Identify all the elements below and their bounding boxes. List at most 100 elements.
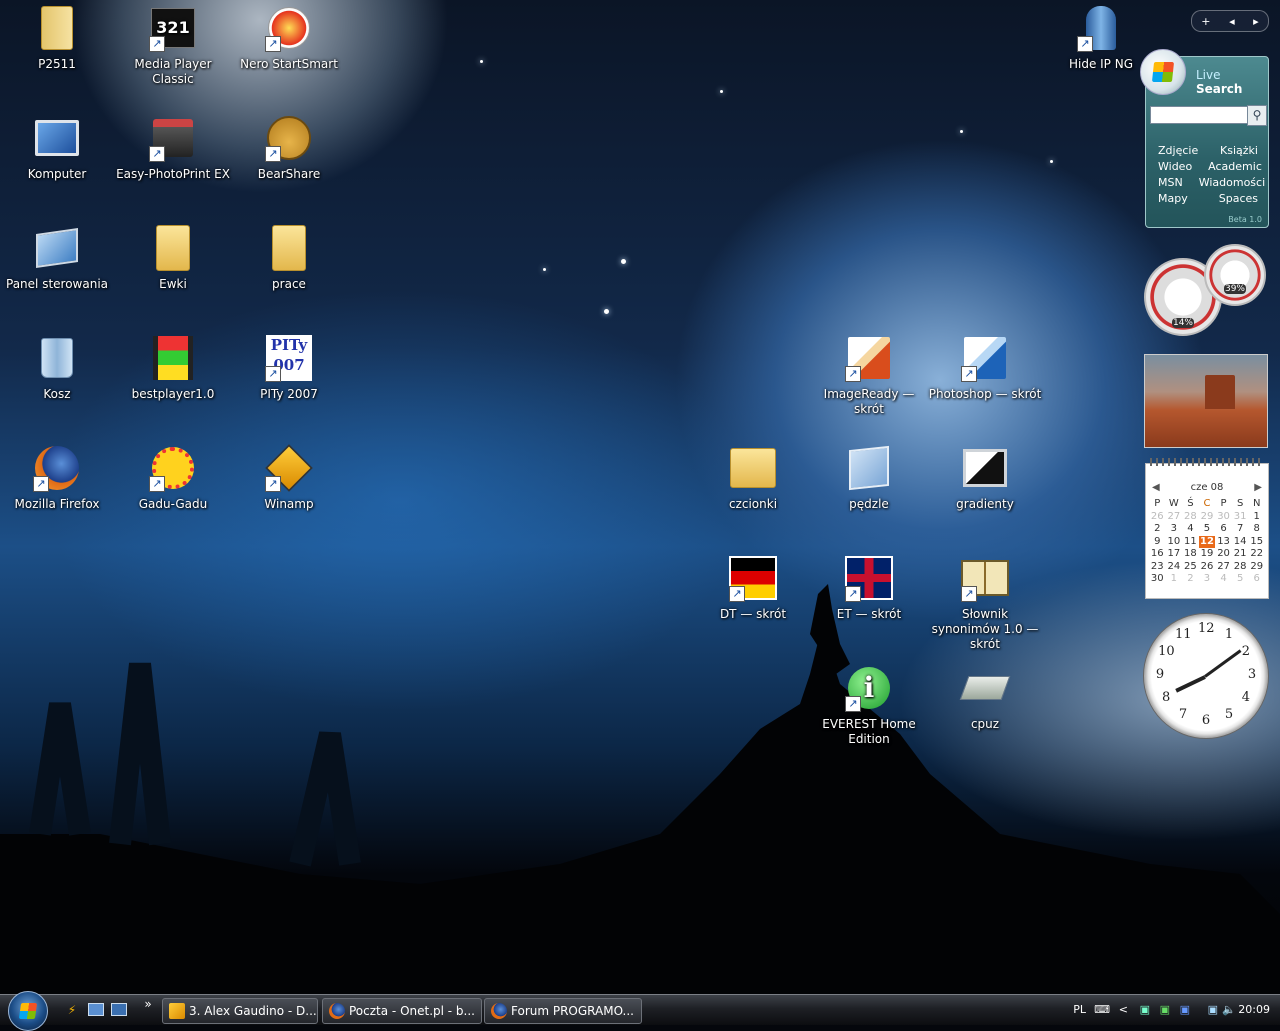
security-tray-icon[interactable]: ▣	[1160, 1003, 1170, 1016]
desktop-icon-bestplayer[interactable]: bestplayer1.0	[116, 332, 230, 402]
desktop-icon-pedzle[interactable]: pędzle	[812, 442, 926, 512]
calendar-day-other-month[interactable]: 26	[1149, 511, 1166, 524]
taskbar-button-winamp[interactable]: 3. Alex Gaudino - D...	[162, 998, 318, 1024]
bluetooth-tray-icon[interactable]: ▣	[1180, 1003, 1190, 1016]
desktop-icon-winamp[interactable]: ↗ Winamp	[232, 442, 346, 512]
calendar-day[interactable]: 7	[1232, 523, 1249, 536]
desktop-icon-everest[interactable]: i ↗ EVEREST Home Edition	[812, 662, 926, 747]
connection-tray-icon[interactable]: ▣	[1208, 1003, 1218, 1016]
calendar-day[interactable]: 8	[1248, 523, 1265, 536]
calendar-day[interactable]: 10	[1166, 536, 1183, 549]
quicklaunch-winamp-icon[interactable]: ⚡	[64, 1003, 80, 1017]
calendar-day-other-month[interactable]: 29	[1199, 511, 1216, 524]
calendar-day[interactable]: 19	[1199, 548, 1216, 561]
link-spaces[interactable]: Spaces	[1211, 191, 1266, 207]
calendar-day[interactable]: 23	[1149, 561, 1166, 574]
sidebar-prev-button[interactable]: ◂	[1229, 15, 1235, 28]
desktop-icon-ewki[interactable]: Ewki	[116, 222, 230, 292]
calendar-day-other-month[interactable]: 5	[1232, 573, 1249, 586]
desktop-icon-et[interactable]: ↗ ET — skrót	[812, 552, 926, 622]
quicklaunch-switch-windows-icon[interactable]	[111, 1003, 127, 1017]
calendar-day[interactable]: 5	[1199, 523, 1216, 536]
link-academic[interactable]: Academic	[1200, 159, 1270, 175]
live-search-input[interactable]	[1150, 106, 1248, 124]
desktop-icon-gadu-gadu[interactable]: ↗ Gadu-Gadu	[116, 442, 230, 512]
calendar-day[interactable]: 29	[1248, 561, 1265, 574]
keyboard-icon[interactable]: ⌨	[1094, 1003, 1110, 1016]
network-tray-icon[interactable]: ▣	[1140, 1003, 1150, 1016]
link-wiadomosci[interactable]: Wiadomości	[1191, 175, 1273, 191]
calendar-day[interactable]: 26	[1199, 561, 1216, 574]
calendar-day-other-month[interactable]: 3	[1199, 573, 1216, 586]
calendar-day[interactable]: 24	[1166, 561, 1183, 574]
calendar-day[interactable]: 17	[1166, 548, 1183, 561]
calendar-day[interactable]: 18	[1182, 548, 1199, 561]
tray-expand-button[interactable]: <	[1119, 1003, 1128, 1016]
calendar-day[interactable]: 27	[1215, 561, 1232, 574]
calendar-day[interactable]: 16	[1149, 548, 1166, 561]
desktop-icon-easy-photoprint[interactable]: ↗ Easy-PhotoPrint EX	[116, 112, 230, 182]
calendar-day-other-month[interactable]: 30	[1215, 511, 1232, 524]
link-ksiazki[interactable]: Książki	[1212, 143, 1266, 159]
calendar-day-other-month[interactable]: 6	[1248, 573, 1265, 586]
search-icon[interactable]: ⚲	[1247, 105, 1267, 126]
calendar-day[interactable]: 15	[1248, 536, 1265, 549]
calendar-day-other-month[interactable]: 31	[1232, 511, 1249, 524]
volume-icon[interactable]: 🔈	[1222, 1003, 1236, 1016]
calendar-day[interactable]: 25	[1182, 561, 1199, 574]
link-zdjecie[interactable]: Zdjęcie	[1150, 143, 1206, 159]
desktop-icon-prace[interactable]: prace	[232, 222, 346, 292]
desktop-icon-kosz[interactable]: Kosz	[0, 332, 114, 402]
calendar-day[interactable]: 11	[1182, 536, 1199, 549]
calendar-day[interactable]: 13	[1215, 536, 1232, 549]
desktop-icon-komputer[interactable]: Komputer	[0, 112, 114, 182]
desktop-icon-gradienty[interactable]: gradienty	[928, 442, 1042, 512]
desktop-icon-cpuz[interactable]: cpuz	[928, 662, 1042, 732]
calendar-next-icon[interactable]: ▶	[1254, 482, 1262, 493]
desktop-icon-imageready[interactable]: ↗ ImageReady — skrót	[812, 332, 926, 417]
calendar-day-other-month[interactable]: 28	[1182, 511, 1199, 524]
slideshow-gadget[interactable]	[1144, 354, 1268, 448]
calendar-day[interactable]: 20	[1215, 548, 1232, 561]
link-msn[interactable]: MSN	[1150, 175, 1191, 191]
desktop-icon-pity-2007[interactable]: PITy 007 ↗ PITy 2007	[232, 332, 346, 402]
desktop-icon-media-player-classic[interactable]: 321 ↗ Media Player Classic	[116, 2, 230, 87]
desktop-icon-bearshare[interactable]: ↗ BearShare	[232, 112, 346, 182]
desktop-icon-slownik-synonimow[interactable]: ↗ Słownik synonimów 1.0 — skrót	[928, 552, 1042, 652]
desktop-icon-czcionki[interactable]: czcionki	[696, 442, 810, 512]
desktop-icon-nero-startsmart[interactable]: ↗ Nero StartSmart	[232, 2, 346, 72]
add-gadget-button[interactable]: +	[1201, 15, 1210, 28]
clock-gadget[interactable]: 12 1 2 3 4 5 6 7 8 9 10 11	[1143, 613, 1269, 739]
cpu-meter-gadget[interactable]: 14% 39%	[1144, 244, 1268, 338]
calendar-day-today[interactable]: 12	[1198, 535, 1216, 548]
link-mapy[interactable]: Mapy	[1150, 191, 1196, 207]
desktop-icon-dt[interactable]: ↗ DT — skrót	[696, 552, 810, 622]
desktop-icon-panel-sterowania[interactable]: Panel sterowania	[0, 222, 114, 292]
calendar-day-other-month[interactable]: 27	[1166, 511, 1183, 524]
calendar-day-other-month[interactable]: 4	[1215, 573, 1232, 586]
clock-time[interactable]: 20:09	[1238, 1003, 1270, 1016]
desktop-icon-mozilla-firefox[interactable]: ↗ Mozilla Firefox	[0, 442, 114, 512]
desktop-icon-p2511[interactable]: P2511	[0, 2, 114, 72]
calendar-day[interactable]: 1	[1248, 511, 1265, 524]
calendar-day[interactable]: 4	[1182, 523, 1199, 536]
calendar-day[interactable]: 28	[1232, 561, 1249, 574]
link-wideo[interactable]: Wideo	[1150, 159, 1200, 175]
calendar-day-other-month[interactable]: 2	[1182, 573, 1199, 586]
desktop-icon-hide-ip-ng[interactable]: ↗ Hide IP NG	[1044, 2, 1158, 72]
calendar-day[interactable]: 14	[1232, 536, 1249, 549]
calendar-day[interactable]: 30	[1149, 573, 1166, 586]
quicklaunch-show-desktop-icon[interactable]	[88, 1003, 104, 1017]
language-indicator[interactable]: PL	[1073, 1003, 1086, 1016]
calendar-day[interactable]: 21	[1232, 548, 1249, 561]
desktop[interactable]: P2511 321 ↗ Media Player Classic ↗ Nero S…	[0, 0, 1280, 994]
calendar-day[interactable]: 6	[1215, 523, 1232, 536]
calendar-day[interactable]: 3	[1166, 523, 1183, 536]
quicklaunch-more-button[interactable]: »	[140, 997, 156, 1011]
start-button[interactable]	[8, 991, 48, 1031]
calendar-day[interactable]: 9	[1149, 536, 1166, 549]
sidebar-next-button[interactable]: ▸	[1253, 15, 1259, 28]
calendar-day[interactable]: 2	[1149, 523, 1166, 536]
taskbar-button-forum[interactable]: Forum PROGRAMO...	[484, 998, 642, 1024]
calendar-day-other-month[interactable]: 1	[1166, 573, 1183, 586]
